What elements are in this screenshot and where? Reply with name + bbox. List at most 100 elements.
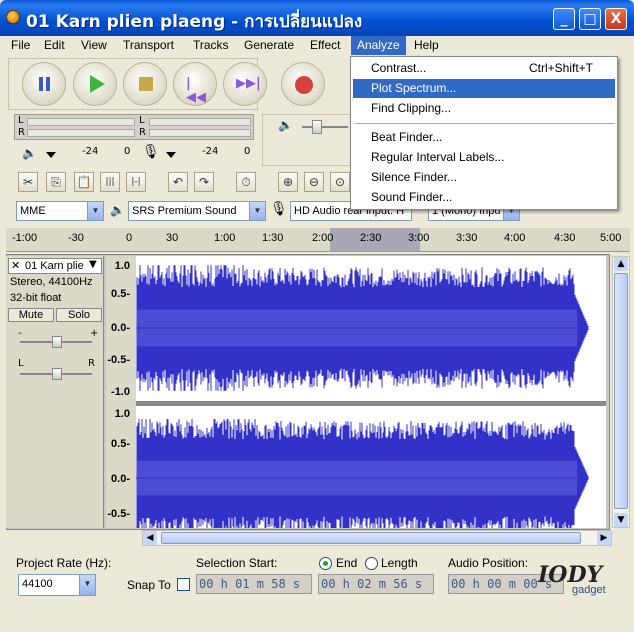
undo-button[interactable]: ↶ [168,172,188,192]
maximize-button[interactable]: □ [579,8,601,30]
menu-effect[interactable]: Effect [304,36,346,55]
clock-icon: ⏱ [241,175,251,189]
menu-generate[interactable]: Generate [238,36,300,55]
scroll-left-icon[interactable]: ◀ [143,531,157,545]
length-radio[interactable] [365,557,378,570]
meter-left-label: L [18,115,24,126]
copy-button[interactable]: ⎘ [46,172,66,192]
scroll-right-icon[interactable]: ▶ [597,531,611,545]
end-label: End [336,556,358,570]
pause-button[interactable] [22,62,66,106]
horizontal-scrollbar[interactable]: ◀ ▶ [142,530,612,546]
rec-meter-tick-max: 0 [244,146,251,157]
skip-end-icon: ▶▶| [236,76,261,91]
skip-to-start-button[interactable]: |◀◀ [173,62,217,106]
menu-item-plot-spectrum[interactable]: Plot Spectrum... [353,79,615,98]
track-name-bar[interactable]: ✕ 01 Karn plie ▼ [8,258,102,274]
track-close-icon[interactable]: ✕ [11,259,20,272]
y-label-bot-1: 1.0 [114,408,130,420]
project-rate-label: Project Rate (Hz): [16,556,112,570]
project-rate-select[interactable]: 44100 ▼ [18,574,96,596]
gain-slider-thumb[interactable] [52,336,62,348]
gain-max-label: + [90,328,99,339]
end-radio[interactable] [319,557,332,570]
record-meter-dropdown-icon[interactable] [166,152,176,158]
close-button[interactable]: X [605,8,627,30]
menu-analyze[interactable]: Analyze [351,36,406,55]
zoom-in-icon: ⊕ [282,175,294,189]
pan-slider-thumb[interactable] [52,368,62,380]
record-icon [295,76,313,94]
menu-file[interactable]: File [5,36,36,55]
menu-help[interactable]: Help [408,36,445,55]
menu-tracks[interactable]: Tracks [187,36,235,55]
track-control-panel: ✕ 01 Karn plie ▼ Stereo, 44100Hz 32-bit … [6,256,104,528]
audacity-app-icon[interactable] [6,10,20,24]
trim-button[interactable]: ||| [100,172,120,192]
selection-start-field[interactable]: 00 h 01 m 58 s [196,574,312,594]
record-button[interactable] [281,62,325,106]
menu-item-sound-finder[interactable]: Sound Finder... [353,188,615,207]
playback-meter-dropdown-icon[interactable] [46,152,56,158]
ruler-tick-label: -1:00 [12,232,38,244]
ruler-tick-label: 3:00 [408,232,430,244]
play-button[interactable] [73,62,117,106]
stop-button[interactable] [123,62,167,106]
menu-item-contrast[interactable]: Contrast... Ctrl+Shift+T [353,59,615,78]
menu-item-regular-interval-labels[interactable]: Regular Interval Labels... [353,148,615,167]
trim-icon: ||| [105,177,115,187]
paste-button[interactable]: 📋 [74,172,94,192]
ruler-tick-label: 30 [166,232,179,244]
horizontal-scroll-thumb[interactable] [161,532,581,544]
zoom-out-button[interactable]: ⊖ [304,172,324,192]
window-title: 01 Karn plien plaeng - การเปลี่ยนแปลง [26,12,363,32]
output-volume-thumb[interactable] [312,120,322,134]
zoom-out-icon: ⊖ [308,175,320,189]
length-label: Length [381,556,418,570]
track-menu-chevron-icon[interactable]: ▼ [89,259,97,270]
menu-item-find-clipping[interactable]: Find Clipping... [353,99,615,118]
selection-end-field[interactable]: 00 h 02 m 56 s [318,574,434,594]
cut-button[interactable]: ✂ [18,172,38,192]
solo-button[interactable]: Solo [56,308,102,322]
menu-item-beat-finder[interactable]: Beat Finder... [353,128,615,147]
fit-selection-button[interactable]: ⊙ [330,172,350,192]
menu-view[interactable]: View [75,36,113,55]
y-label-top-0: 0.0- [111,322,130,334]
zoom-in-button[interactable]: ⊕ [278,172,298,192]
chevron-down-icon[interactable]: ▼ [87,202,103,220]
menu-bar: File Edit View Transport Tracks Generate… [0,36,634,56]
minimize-button[interactable]: _ [553,8,575,30]
vertical-scroll-thumb[interactable] [614,273,628,509]
vertical-scrollbar[interactable]: ▲ ▼ [612,256,630,528]
snap-to-checkbox[interactable] [177,578,190,591]
scroll-up-icon[interactable]: ▲ [614,257,628,271]
output-device-select[interactable]: SRS Premium Sound ▼ [128,201,266,221]
waveform-display[interactable] [136,256,606,528]
scroll-down-icon[interactable]: ▼ [614,513,628,527]
output-volume-slider[interactable] [302,126,348,128]
y-label-bot-05: 0.5- [111,438,130,450]
audio-host-value: MME [20,205,46,217]
menu-edit[interactable]: Edit [38,36,71,55]
mute-button[interactable]: Mute [8,308,54,322]
y-label-top-1: 1.0 [114,260,130,272]
microphone-icon[interactable]: 🎙 [142,144,160,160]
chevron-down-icon[interactable]: ▼ [79,575,95,595]
silence-button[interactable]: |-| [126,172,146,192]
project-rate-value: 44100 [22,578,53,590]
sync-lock-button[interactable]: ⏱ [236,172,256,192]
play-meter-tick-min: -24 [82,146,99,157]
timeline-ruler[interactable]: -1:00 -30 0 30 1:00 1:30 2:00 2:30 3:00 3:30 4:00 4… [6,228,630,252]
redo-button[interactable]: ↷ [194,172,214,192]
skip-to-end-button[interactable]: ▶▶| [223,62,267,106]
output-device-icon: 🔈 [110,203,125,217]
chevron-down-icon[interactable]: ▼ [249,202,265,220]
audio-host-select[interactable]: MME ▼ [16,201,104,221]
pan-left-label: L [18,358,24,369]
speaker-icon[interactable]: 🔈 [22,146,37,160]
menu-transport[interactable]: Transport [117,36,180,55]
menu-item-silence-finder[interactable]: Silence Finder... [353,168,615,187]
ruler-tick-label: 1:00 [214,232,236,244]
input-device-icon: 🎙 [270,201,288,217]
